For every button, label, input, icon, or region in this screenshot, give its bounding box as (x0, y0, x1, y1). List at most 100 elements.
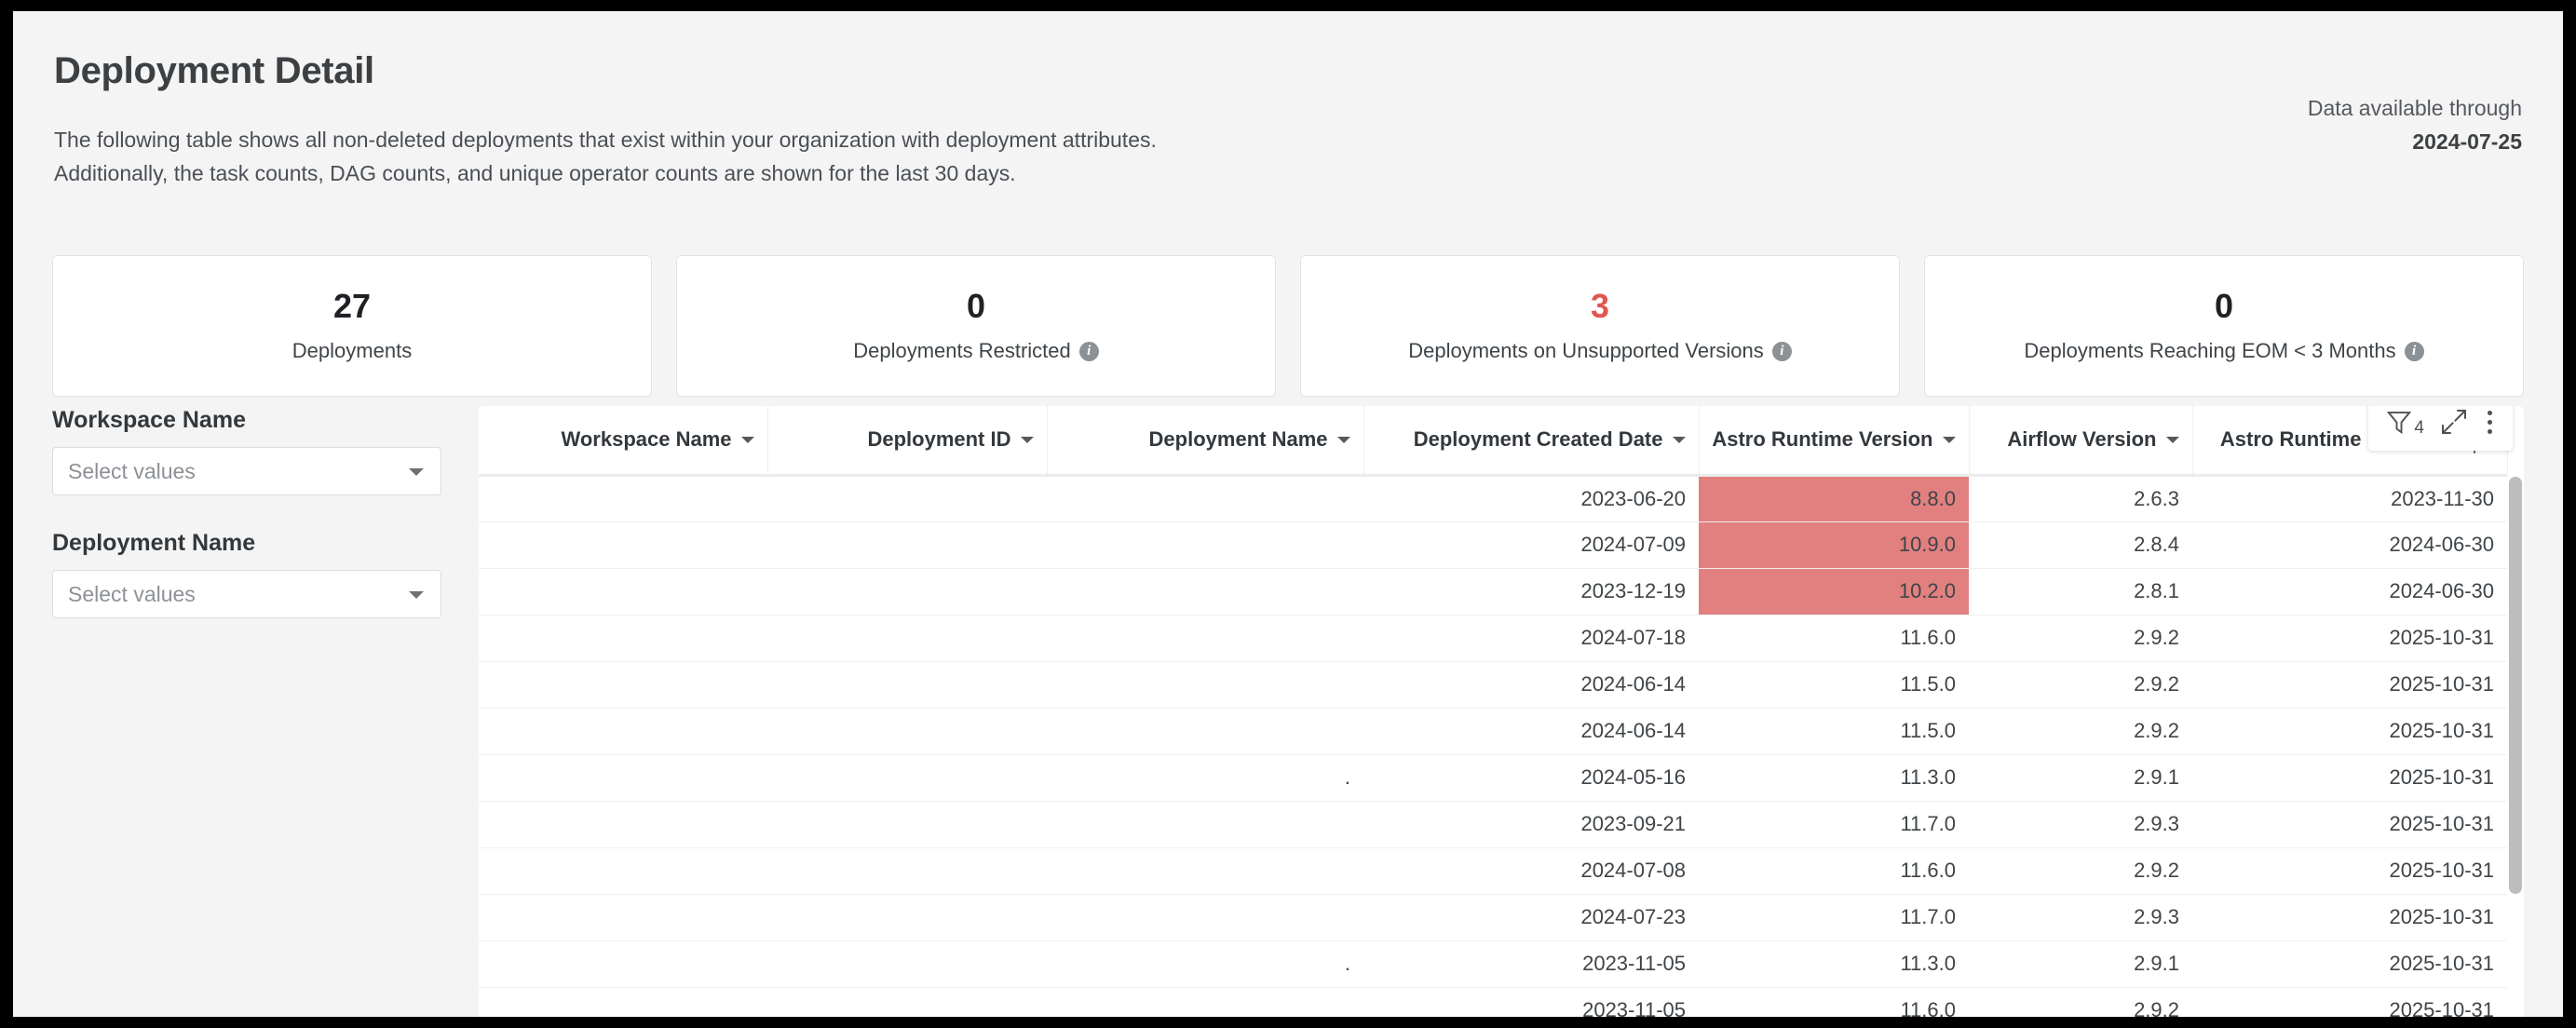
cell-created-date: 2023-06-20 (1363, 475, 1699, 521)
cell-runtime-version: 11.3.0 (1699, 754, 1969, 801)
page-description-line-2: Additionally, the task counts, DAG count… (54, 156, 1157, 190)
table-header-row: Workspace Name Deployment ID (479, 406, 2507, 475)
cell-airflow-version: 2.9.1 (1969, 940, 2192, 987)
cell-deployment-name: . (1047, 754, 1363, 801)
deployment-table-panel: 4 (479, 406, 2524, 1017)
kpi-card-deployments[interactable]: 27 Deployments (52, 255, 652, 397)
sort-caret-icon[interactable] (1337, 437, 1350, 443)
info-icon[interactable]: i (2405, 342, 2424, 361)
funnel-icon[interactable]: 4 (2385, 407, 2424, 437)
column-header-workspace-name[interactable]: Workspace Name (479, 406, 767, 475)
cell-runtime-version: 11.5.0 (1699, 708, 1969, 754)
filter-group-workspace-name: Workspace Name Select values (52, 406, 481, 495)
kpi-card-reaching-eom[interactable]: 0 Deployments Reaching EOM < 3 Months i (1924, 255, 2524, 397)
table-row[interactable]: 2023-11-0511.6.02.9.22025-10-31 (479, 987, 2507, 1017)
kebab-dot (2488, 411, 2492, 415)
deployment-name-select[interactable]: Select values (52, 570, 441, 618)
sort-caret-icon[interactable] (1021, 437, 1034, 443)
table-row[interactable]: 2023-06-208.8.02.6.32023-11-30 (479, 475, 2507, 521)
cell-workspace-name (479, 568, 767, 615)
kpi-card-deployments-restricted[interactable]: 0 Deployments Restricted i (676, 255, 1276, 397)
deployment-table: Workspace Name Deployment ID (479, 406, 2508, 1017)
cell-workspace-name (479, 801, 767, 847)
cell-deployment-name (1047, 801, 1363, 847)
table-toolbar: 4 (2368, 406, 2513, 451)
cell-eom-date: 2025-10-31 (2192, 894, 2507, 940)
cell-airflow-version: 2.9.2 (1969, 847, 2192, 894)
cell-created-date: 2023-11-05 (1363, 940, 1699, 987)
page-description-line-1: The following table shows all non-delete… (54, 123, 1157, 156)
sort-caret-icon[interactable] (1673, 437, 1686, 443)
column-header-deployment-name[interactable]: Deployment Name (1047, 406, 1363, 475)
cell-deployment-id (767, 987, 1047, 1017)
cell-workspace-name (479, 615, 767, 661)
body-area: Workspace Name Select values Deployment … (13, 406, 2563, 1017)
cell-deployment-name (1047, 615, 1363, 661)
kpi-label-row: Deployments Reaching EOM < 3 Months i (2024, 339, 2423, 363)
filters-sidebar: Workspace Name Select values Deployment … (52, 406, 481, 1017)
cell-airflow-version: 2.9.3 (1969, 894, 2192, 940)
cell-workspace-name (479, 521, 767, 568)
column-header-deployment-id[interactable]: Deployment ID (767, 406, 1047, 475)
cell-airflow-version: 2.8.4 (1969, 521, 2192, 568)
cell-eom-date: 2025-10-31 (2192, 801, 2507, 847)
kpi-value: 27 (333, 289, 371, 324)
data-available-through: Data available through 2024-07-25 (2308, 93, 2522, 156)
cell-runtime-version: 10.9.0 (1699, 521, 1969, 568)
screenshot-frame: Deployment Detail The following table sh… (0, 0, 2576, 1028)
cell-workspace-name (479, 754, 767, 801)
filter-count: 4 (2414, 419, 2424, 437)
data-available-date: 2024-07-25 (2308, 127, 2522, 156)
sort-caret-icon[interactable] (2166, 437, 2179, 443)
cell-deployment-id (767, 615, 1047, 661)
page-title: Deployment Detail (54, 48, 374, 93)
table-row[interactable]: .2024-05-1611.3.02.9.12025-10-31 (479, 754, 2507, 801)
column-header-astro-runtime-version[interactable]: Astro Runtime Version (1699, 406, 1969, 475)
kebab-menu-icon[interactable] (2484, 411, 2496, 434)
table-row[interactable]: 2023-09-2111.7.02.9.32025-10-31 (479, 801, 2507, 847)
cell-created-date: 2023-09-21 (1363, 801, 1699, 847)
kpi-label-row: Deployments (292, 339, 412, 363)
table-vertical-scrollbar-thumb[interactable] (2509, 477, 2522, 894)
cell-airflow-version: 2.9.2 (1969, 987, 2192, 1017)
cell-runtime-version: 11.6.0 (1699, 987, 1969, 1017)
cell-eom-date: 2025-10-31 (2192, 987, 2507, 1017)
kebab-dot (2488, 420, 2492, 425)
sort-caret-icon[interactable] (1943, 437, 1956, 443)
info-icon[interactable]: i (1079, 342, 1099, 361)
table-row[interactable]: 2024-06-1411.5.02.9.22025-10-31 (479, 708, 2507, 754)
table-row[interactable]: 2024-07-0811.6.02.9.22025-10-31 (479, 847, 2507, 894)
column-header-deployment-created-date[interactable]: Deployment Created Date (1363, 406, 1699, 475)
chevron-down-icon (409, 468, 424, 476)
cell-deployment-name (1047, 661, 1363, 708)
table-row[interactable]: 2024-07-1811.6.02.9.22025-10-31 (479, 615, 2507, 661)
table-row[interactable]: .2023-11-0511.3.02.9.12025-10-31 (479, 940, 2507, 987)
page-header: Deployment Detail The following table sh… (13, 11, 2563, 244)
kpi-value: 0 (967, 289, 985, 324)
table-row[interactable]: 2024-07-0910.9.02.8.42024-06-30 (479, 521, 2507, 568)
cell-created-date: 2024-07-09 (1363, 521, 1699, 568)
kpi-label: Deployments (292, 339, 412, 363)
column-header-airflow-version[interactable]: Airflow Version (1969, 406, 2192, 475)
cell-created-date: 2023-12-19 (1363, 568, 1699, 615)
info-icon[interactable]: i (1772, 342, 1792, 361)
sort-caret-icon[interactable] (741, 437, 754, 443)
kpi-card-unsupported-versions[interactable]: 3 Deployments on Unsupported Versions i (1300, 255, 1900, 397)
cell-deployment-name (1047, 987, 1363, 1017)
cell-eom-date: 2025-10-31 (2192, 940, 2507, 987)
table-row[interactable]: 2023-12-1910.2.02.8.12024-06-30 (479, 568, 2507, 615)
cell-deployment-id (767, 894, 1047, 940)
kpi-card-row: 27 Deployments 0 Deployments Restricted … (52, 255, 2524, 397)
cell-runtime-version: 8.8.0 (1699, 475, 1969, 521)
deployment-detail-page: Deployment Detail The following table sh… (13, 11, 2563, 1017)
cell-airflow-version: 2.8.1 (1969, 568, 2192, 615)
table-row[interactable]: 2024-06-1411.5.02.9.22025-10-31 (479, 661, 2507, 708)
cell-runtime-version: 11.3.0 (1699, 940, 1969, 987)
table-row[interactable]: 2024-07-2311.7.02.9.32025-10-31 (479, 894, 2507, 940)
cell-eom-date: 2025-10-31 (2192, 661, 2507, 708)
cell-deployment-id (767, 521, 1047, 568)
expand-arrows-icon[interactable] (2439, 407, 2469, 437)
workspace-name-select[interactable]: Select values (52, 447, 441, 495)
workspace-name-placeholder: Select values (68, 459, 196, 483)
column-header-label: Deployment Name (1149, 427, 1328, 452)
